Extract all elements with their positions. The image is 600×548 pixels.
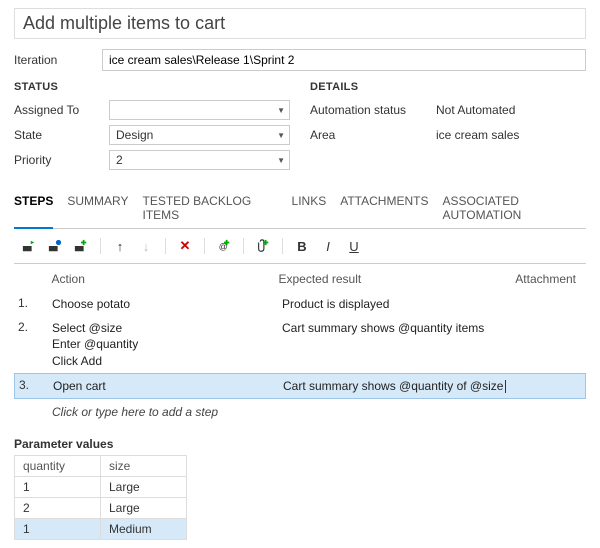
assigned-to-select[interactable]: ▼ — [109, 100, 290, 120]
delete-step-icon[interactable]: ✕ — [174, 235, 196, 257]
automation-status-value: Not Automated — [430, 103, 586, 117]
tab-tested-backlog-items[interactable]: TESTED BACKLOG ITEMS — [142, 188, 277, 228]
chevron-down-icon: ▼ — [277, 156, 285, 165]
parameter-values-table: quantity size 1 Large 2 Large 1 Medium — [14, 455, 187, 540]
parameter-values-heading: Parameter values — [14, 437, 586, 451]
step-number: 3. — [19, 378, 53, 392]
step-action[interactable]: Choose potato — [52, 296, 282, 312]
italic-button[interactable]: I — [317, 235, 339, 257]
col-expected: Expected result — [278, 272, 515, 286]
add-step-placeholder[interactable]: Click or type here to add a step — [14, 399, 586, 429]
tab-steps[interactable]: STEPS — [14, 188, 53, 229]
bold-button[interactable]: B — [291, 235, 313, 257]
param-cell-size[interactable]: Large — [101, 476, 187, 497]
move-down-icon[interactable]: ↓ — [135, 235, 157, 257]
param-cell-quantity[interactable]: 1 — [15, 476, 101, 497]
work-item-title-input[interactable] — [14, 8, 586, 39]
step-row[interactable]: 1. Choose potato Product is displayed — [14, 292, 586, 316]
state-value: Design — [116, 128, 153, 142]
details-heading: DETAILS — [310, 81, 586, 93]
iteration-input[interactable] — [102, 49, 586, 71]
chevron-down-icon: ▼ — [277, 106, 285, 115]
tabs: STEPS SUMMARY TESTED BACKLOG ITEMS LINKS… — [14, 188, 586, 229]
param-row[interactable]: 1 Medium — [15, 518, 187, 539]
text-cursor — [505, 380, 506, 393]
status-section: STATUS Assigned To ▼ State Design ▼ Prio… — [14, 81, 290, 174]
insert-step-icon[interactable] — [18, 235, 40, 257]
col-action: Action — [52, 272, 279, 286]
param-row[interactable]: 1 Large — [15, 476, 187, 497]
insert-shared-step-icon[interactable] — [44, 235, 66, 257]
underline-button[interactable]: U — [343, 235, 365, 257]
details-section: DETAILS Automation status Not Automated … — [310, 81, 586, 174]
step-expected[interactable]: Product is displayed — [282, 296, 522, 312]
priority-value: 2 — [116, 153, 123, 167]
iteration-label: Iteration — [14, 53, 102, 67]
toolbar-separator — [282, 238, 283, 254]
steps-column-headers: Action Expected result Attachment — [14, 264, 586, 292]
param-row[interactable]: 2 Large — [15, 497, 187, 518]
step-action[interactable]: Select @size Enter @quantity Click Add — [52, 320, 282, 369]
step-row[interactable]: 2. Select @size Enter @quantity Click Ad… — [14, 316, 586, 373]
param-col-size[interactable]: size — [101, 455, 187, 476]
move-up-icon[interactable]: ↑ — [109, 235, 131, 257]
toolbar-separator — [100, 238, 101, 254]
toolbar-separator — [204, 238, 205, 254]
add-parameter-icon[interactable]: @ — [213, 235, 235, 257]
step-number: 2. — [18, 320, 52, 334]
tab-attachments[interactable]: ATTACHMENTS — [340, 188, 428, 228]
status-heading: STATUS — [14, 81, 290, 93]
assigned-to-label: Assigned To — [14, 103, 109, 117]
step-action[interactable]: Open cart — [53, 378, 283, 394]
create-shared-step-icon[interactable] — [70, 235, 92, 257]
step-expected[interactable]: Cart summary shows @quantity of @size — [283, 378, 523, 394]
tab-associated-automation[interactable]: ASSOCIATED AUTOMATION — [442, 188, 586, 228]
toolbar-separator — [165, 238, 166, 254]
area-label: Area — [310, 128, 430, 142]
step-number: 1. — [18, 296, 52, 310]
tab-links[interactable]: LINKS — [292, 188, 327, 228]
col-attachment: Attachment — [515, 272, 582, 286]
step-row[interactable]: 3. Open cart Cart summary shows @quantit… — [14, 373, 586, 399]
priority-label: Priority — [14, 153, 109, 167]
steps-toolbar: ↑ ↓ ✕ @ B I U — [14, 229, 586, 264]
tab-summary[interactable]: SUMMARY — [67, 188, 128, 228]
param-cell-size[interactable]: Large — [101, 497, 187, 518]
param-cell-quantity[interactable]: 1 — [15, 518, 101, 539]
priority-select[interactable]: 2 ▼ — [109, 150, 290, 170]
state-label: State — [14, 128, 109, 142]
area-value: ice cream sales — [430, 128, 586, 142]
step-expected[interactable]: Cart summary shows @quantity items — [282, 320, 522, 336]
automation-status-label: Automation status — [310, 103, 430, 117]
toolbar-separator — [243, 238, 244, 254]
param-cell-quantity[interactable]: 2 — [15, 497, 101, 518]
param-col-quantity[interactable]: quantity — [15, 455, 101, 476]
chevron-down-icon: ▼ — [277, 131, 285, 140]
add-attachment-icon[interactable] — [252, 235, 274, 257]
state-select[interactable]: Design ▼ — [109, 125, 290, 145]
param-cell-size[interactable]: Medium — [101, 518, 187, 539]
